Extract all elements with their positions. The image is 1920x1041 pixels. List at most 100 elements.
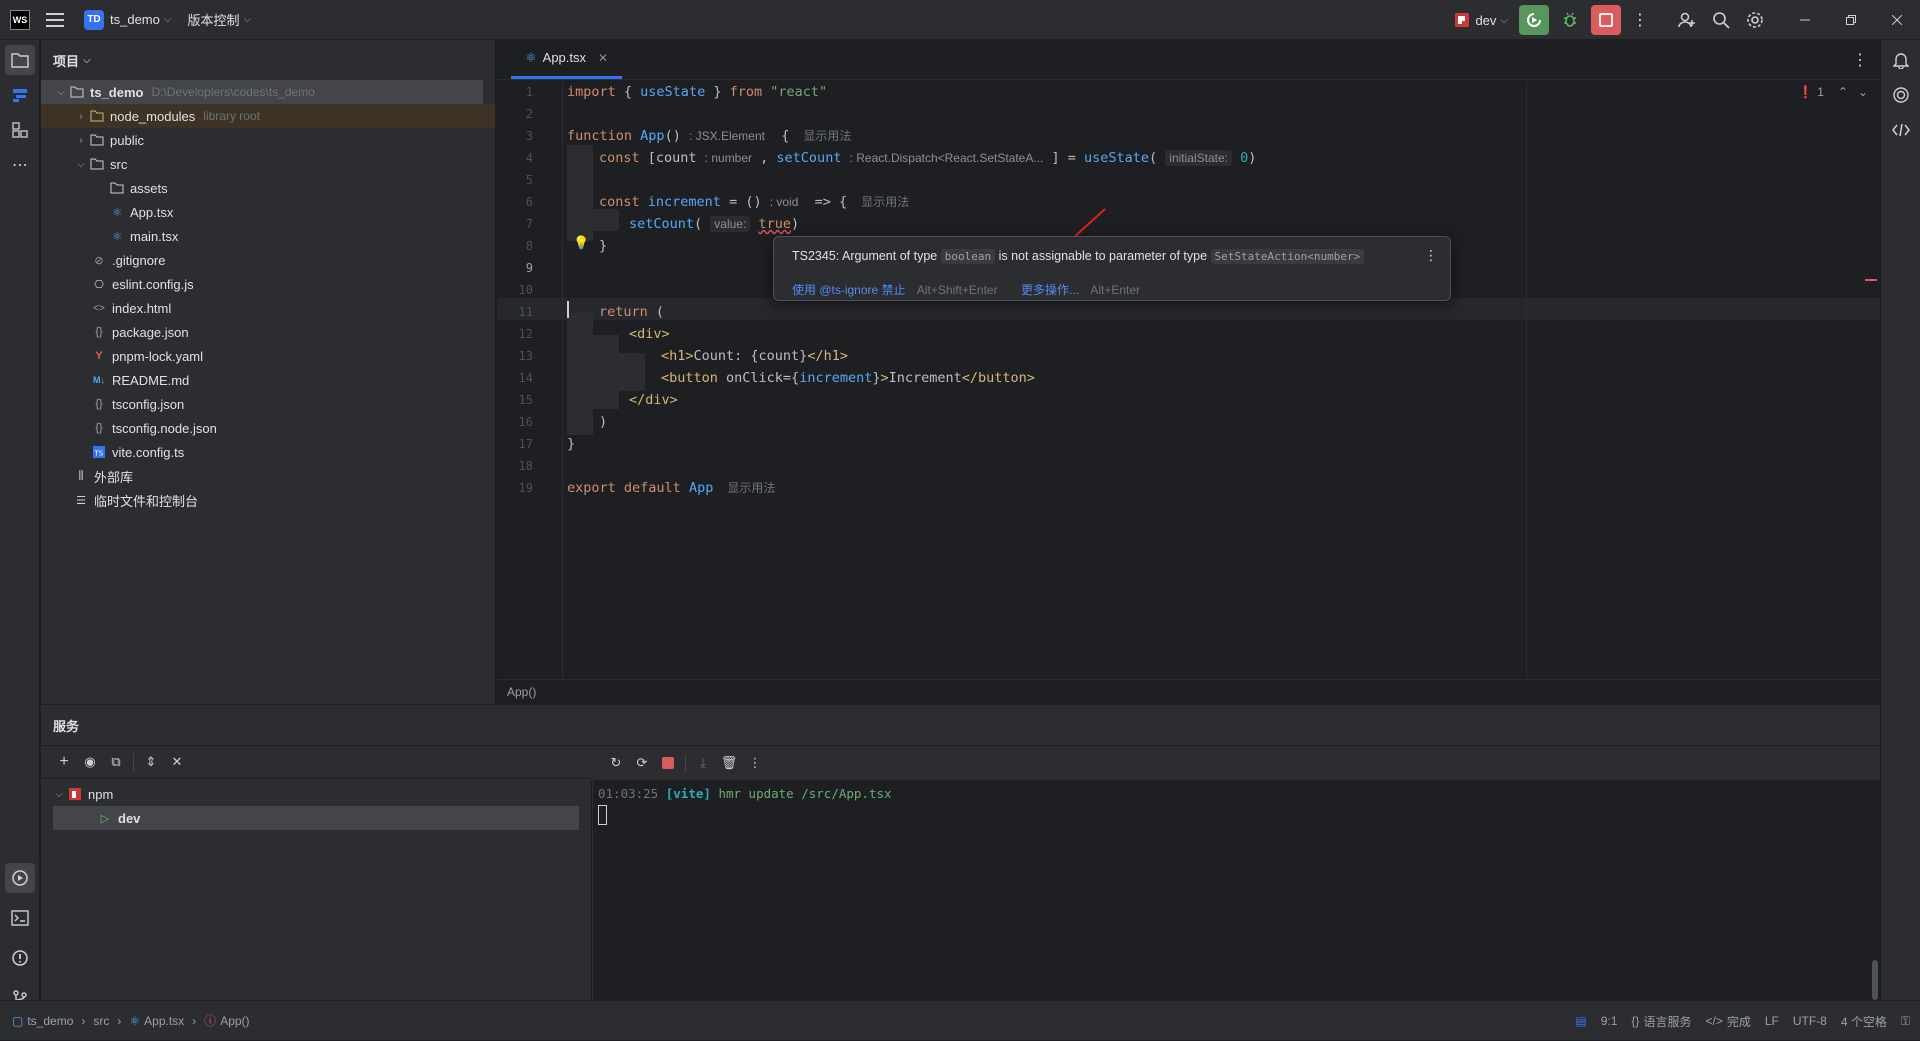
project-panel-header[interactable]: 项目 ⌵ — [41, 40, 495, 80]
tab-options-button[interactable]: ⋮ — [1852, 50, 1868, 70]
tree-item-readme[interactable]: M↓ README.md — [41, 368, 495, 392]
chevron-right-icon[interactable]: › — [73, 111, 89, 122]
inspection-widget[interactable]: ❗ 1 ⌃ ⌄ — [1798, 85, 1868, 99]
tab-app-tsx[interactable]: ⚛ App.tsx ✕ — [511, 39, 623, 79]
problems-tool-button[interactable] — [5, 943, 35, 973]
notifications-button[interactable] — [1886, 45, 1916, 75]
rerun-icon — [1527, 13, 1541, 27]
indent-settings[interactable]: 4 个空格 — [1841, 1013, 1887, 1030]
tree-item-scratches[interactable]: ☰ 临时文件和控制台 — [41, 488, 495, 512]
tree-item-pnpm-lock[interactable]: Y pnpm-lock.yaml — [41, 344, 495, 368]
tree-item-eslint-config[interactable]: ⎔ eslint.config.js — [41, 272, 495, 296]
services-strip-button[interactable] — [5, 80, 35, 110]
structure-tool-button[interactable] — [5, 115, 35, 145]
console-scrollbar[interactable] — [1872, 960, 1878, 1000]
tree-item-vite-config[interactable]: TS vite.config.ts — [41, 440, 495, 464]
clear-console-button[interactable]: 🗑 — [716, 750, 742, 776]
tree-item-index-html[interactable]: <> index.html — [41, 296, 495, 320]
minimize-button[interactable] — [1782, 0, 1828, 40]
lightbulb-icon[interactable]: 💡 — [573, 235, 589, 251]
tree-item-external-libs[interactable]: ⫼ 外部库 — [41, 464, 495, 488]
settings-button[interactable] — [1738, 0, 1772, 40]
services-tool-button[interactable] — [5, 863, 35, 893]
service-dev[interactable]: ▷ dev — [53, 806, 579, 830]
line-separator[interactable]: LF — [1765, 1014, 1779, 1028]
tree-item-gitignore[interactable]: ⊘ .gitignore — [41, 248, 495, 272]
chevron-right-icon[interactable]: › — [73, 135, 89, 146]
tree-item-node-modules[interactable]: › node_modules library root — [41, 104, 495, 128]
more-actions-button[interactable]: ⋮ — [1624, 0, 1656, 40]
terminal-tool-button[interactable] — [5, 903, 35, 933]
restore-button[interactable] — [1828, 0, 1874, 40]
run-config-selector[interactable]: dev ⌵ — [1447, 0, 1516, 40]
tree-root-ts-demo[interactable]: ⌵ ts_demo D:\Developlers\codes\ts_demo — [41, 80, 483, 104]
crumb-file[interactable]: App.tsx — [144, 1014, 184, 1028]
chevron-down-icon[interactable]: ⌵ — [53, 87, 69, 98]
file-encoding[interactable]: UTF-8 — [1793, 1014, 1827, 1028]
indent-guide — [619, 353, 645, 391]
search-everywhere-button[interactable] — [1704, 0, 1738, 40]
structure-icon[interactable]: ▤ — [1575, 1014, 1586, 1028]
code-breadcrumb[interactable]: App() — [497, 679, 1880, 704]
add-service-button[interactable]: + — [51, 749, 77, 775]
webstorm-logo-icon[interactable]: WS — [10, 9, 30, 30]
chevron-down-icon[interactable]: ⌵ — [73, 159, 89, 170]
stop-button[interactable] — [655, 750, 681, 776]
tree-item-public[interactable]: › public — [41, 128, 495, 152]
show-usages-link[interactable]: 显示用法 — [803, 129, 851, 143]
tree-item-main-tsx[interactable]: ⚛ main.tsx — [41, 224, 495, 248]
ts-ignore-action[interactable]: 使用 @ts-ignore 禁止 — [792, 283, 906, 297]
ai-assistant-button[interactable] — [1886, 80, 1916, 110]
crumb-project[interactable]: ts_demo — [27, 1014, 73, 1028]
popup-more-button[interactable]: ⋮ — [1424, 247, 1438, 264]
project-tool-button[interactable] — [5, 45, 35, 75]
chevron-up-icon[interactable]: ⌃ — [1838, 85, 1848, 99]
close-window-button[interactable] — [1874, 0, 1920, 40]
scratches-icon: ☰ — [76, 494, 86, 507]
close-tab-icon[interactable]: ✕ — [598, 51, 608, 65]
stop-button[interactable] — [1591, 5, 1621, 35]
tree-item-app-tsx[interactable]: ⚛ App.tsx — [41, 200, 495, 224]
tree-item-tsconfig-node[interactable]: {} tsconfig.node.json — [41, 416, 495, 440]
error-stripe-marker[interactable] — [1865, 279, 1877, 281]
language-services[interactable]: {} 语言服务 — [1631, 1013, 1691, 1030]
breadcrumb-function[interactable]: App() — [507, 685, 536, 699]
console-output[interactable]: 01:03:25 [vite] hmr update /src/App.tsx — [593, 780, 1880, 1001]
collapse-all-button[interactable]: ✕ — [164, 749, 190, 775]
scroll-to-end-button[interactable]: ⤓ — [690, 750, 716, 776]
crumb-src[interactable]: src — [93, 1014, 109, 1028]
code-area[interactable]: ❗ 1 ⌃ ⌄ 1 2 3 4 5 6 7 8 9 10 11 12 13 14… — [497, 81, 1880, 679]
code-with-me-button[interactable] — [1670, 0, 1704, 40]
expand-all-button[interactable]: ⇕ — [138, 749, 164, 775]
vcs-menu[interactable]: 版本控制 ⌵ — [179, 0, 259, 40]
tree-item-src[interactable]: ⌵ src — [41, 152, 495, 176]
rerun-button[interactable] — [1519, 5, 1549, 35]
lock-icon[interactable]: ⚿ — [1901, 1014, 1910, 1029]
more-tools-button[interactable]: ⋯ — [5, 150, 35, 180]
code-line-11: <div> — [629, 326, 670, 342]
chevron-down-icon[interactable]: ⌄ — [1858, 85, 1868, 99]
new-tab-button[interactable]: ⧉ — [103, 749, 129, 775]
tree-item-package-json[interactable]: {} package.json — [41, 320, 495, 344]
crumb-function[interactable]: App() — [220, 1014, 249, 1028]
view-options-button[interactable]: ◉ — [77, 749, 103, 775]
chevron-right-icon: › — [81, 1013, 86, 1028]
show-usages-link[interactable]: 显示用法 — [727, 481, 775, 495]
cursor-position[interactable]: 9:1 — [1601, 1014, 1618, 1028]
code-status[interactable]: </> 完成 — [1705, 1013, 1750, 1030]
restart-button[interactable]: ⟳ — [629, 750, 655, 776]
tree-item-tsconfig[interactable]: {} tsconfig.json — [41, 392, 495, 416]
tree-item-assets[interactable]: assets — [41, 176, 495, 200]
console-more-button[interactable]: ⋮ — [742, 750, 768, 776]
show-usages-link[interactable]: 显示用法 — [861, 195, 909, 209]
debug-button[interactable] — [1555, 5, 1585, 35]
chevron-down-icon[interactable]: ⌵ — [51, 789, 67, 800]
project-switcher[interactable]: TD ts_demo ⌵ — [76, 0, 179, 40]
tree-item-label: App.tsx — [130, 204, 174, 220]
main-menu-button[interactable] — [38, 0, 72, 40]
service-npm[interactable]: ⌵ npm — [41, 782, 591, 806]
search-icon — [1713, 12, 1730, 29]
rerun-button[interactable]: ↻ — [603, 750, 629, 776]
more-actions-link[interactable]: 更多操作... — [1021, 283, 1079, 297]
endpoints-button[interactable] — [1886, 115, 1916, 145]
